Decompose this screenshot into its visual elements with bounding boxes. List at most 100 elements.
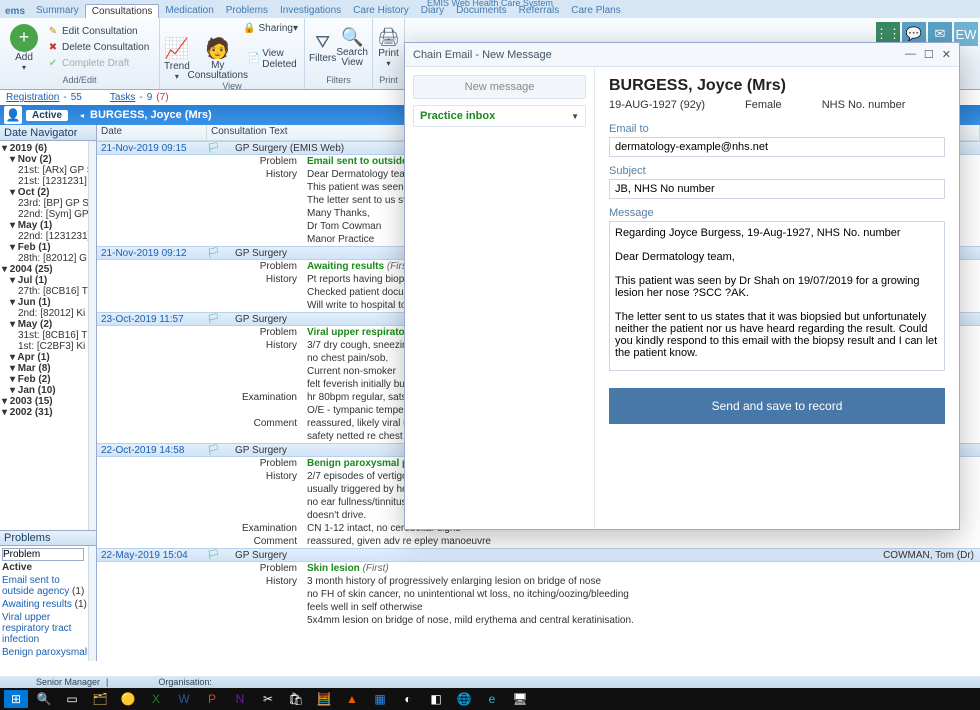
tab-consultations[interactable]: Consultations bbox=[85, 4, 160, 18]
registration-link[interactable]: Registration bbox=[6, 92, 59, 103]
date-navigator-tree[interactable]: ▾ 2019 (6)▾ Nov (2)21st: [ARx] GP S21st:… bbox=[0, 141, 96, 530]
tree-day[interactable]: 21st: [1231231] bbox=[2, 176, 94, 187]
problem-item[interactable]: Viral upper respiratory tract infection bbox=[2, 611, 94, 646]
tree-year[interactable]: ▾ 2019 (6) bbox=[2, 143, 94, 154]
store-icon[interactable]: 🛍 bbox=[284, 690, 308, 708]
start-icon[interactable]: ⊞ bbox=[4, 690, 28, 708]
pencil-icon: ✎ bbox=[46, 25, 60, 39]
tree-month[interactable]: ▾ Jan (10) bbox=[2, 385, 94, 396]
chrome-icon[interactable]: 🟡 bbox=[116, 690, 140, 708]
tree-day[interactable]: 31st: [8CB16] T bbox=[2, 330, 94, 341]
tree-month[interactable]: ▾ May (1) bbox=[2, 220, 94, 231]
view-deleted[interactable]: 📄View Deleted bbox=[246, 47, 300, 71]
tree-month[interactable]: ▾ Nov (2) bbox=[2, 154, 94, 165]
tree-day[interactable]: 2nd: [82012] Ki bbox=[2, 308, 94, 319]
app-icon[interactable]: ◐ bbox=[396, 690, 420, 708]
tree-day[interactable]: 28th: [82012] G bbox=[2, 253, 94, 264]
status-bar: Senior Manager | Organisation: bbox=[0, 676, 980, 688]
dialog-dob: 19-AUG-1927 (92y) bbox=[609, 99, 705, 111]
tree-year[interactable]: ▾ 2002 (31) bbox=[2, 407, 94, 418]
problem-item[interactable]: Benign paroxysmal bbox=[2, 646, 94, 659]
tree-month[interactable]: ▾ Oct (2) bbox=[2, 187, 94, 198]
new-message-button[interactable]: New message bbox=[413, 75, 586, 99]
avatar-icon[interactable]: 👤 bbox=[4, 106, 22, 124]
snip-icon[interactable]: ✂ bbox=[256, 690, 280, 708]
problem-filter-input[interactable] bbox=[2, 548, 84, 561]
explorer-icon[interactable]: 🗂 bbox=[88, 690, 112, 708]
onenote-icon[interactable]: N bbox=[228, 690, 252, 708]
complete-draft[interactable]: ✔Complete Draft bbox=[44, 56, 151, 72]
tab-care-plans[interactable]: Care Plans bbox=[565, 4, 626, 18]
tree-day[interactable]: 1st: [C2BF3] Ki bbox=[2, 341, 94, 352]
search-icon[interactable]: 🔍 bbox=[32, 690, 56, 708]
consultation-line: feels well in self otherwise bbox=[97, 601, 980, 614]
tree-month[interactable]: ▾ Jul (1) bbox=[2, 275, 94, 286]
trend-button[interactable]: 📈 Trend▾ bbox=[164, 36, 190, 81]
tree-month[interactable]: ▾ May (2) bbox=[2, 319, 94, 330]
filters-button[interactable]: ⛛ Filters bbox=[309, 20, 336, 75]
doc-icon: 📄 bbox=[248, 52, 260, 66]
tab-summary[interactable]: Summary bbox=[30, 4, 85, 18]
practice-inbox-dropdown[interactable]: Practice inbox▼ bbox=[413, 105, 586, 127]
tab-investigations[interactable]: Investigations bbox=[274, 4, 347, 18]
subject-input[interactable] bbox=[609, 179, 945, 199]
x-icon: ✖ bbox=[46, 41, 60, 55]
subject-label: Subject bbox=[609, 165, 945, 177]
powerpoint-icon[interactable]: P bbox=[200, 690, 224, 708]
tree-day[interactable]: 21st: [ARx] GP S bbox=[2, 165, 94, 176]
delete-consultation[interactable]: ✖Delete Consultation bbox=[44, 40, 151, 56]
consultation-line: Commentreassured, given adv re epley man… bbox=[97, 535, 980, 548]
email-to-input[interactable] bbox=[609, 137, 945, 157]
ie-icon[interactable]: e bbox=[480, 690, 504, 708]
check-icon: ✔ bbox=[46, 57, 60, 71]
minimize-icon[interactable]: — bbox=[905, 48, 916, 61]
problem-item[interactable]: Email sent to outside agency (1) bbox=[2, 574, 94, 598]
tab-problems[interactable]: Problems bbox=[220, 4, 274, 18]
tab-care-history[interactable]: Care History bbox=[347, 4, 415, 18]
app2-icon[interactable]: ◧ bbox=[424, 690, 448, 708]
tree-day[interactable]: 22nd: [1231231] bbox=[2, 231, 94, 242]
dialog-sex: Female bbox=[745, 99, 782, 111]
close-icon[interactable]: ✕ bbox=[942, 48, 951, 61]
word-icon[interactable]: W bbox=[172, 690, 196, 708]
tab-medication[interactable]: Medication bbox=[159, 4, 219, 18]
chain-email-dialog: Chain Email - New Message — ☐ ✕ New mess… bbox=[404, 42, 960, 530]
tree-day[interactable]: 27th: [8CB16] T bbox=[2, 286, 94, 297]
monitor-icon[interactable]: 🖥 bbox=[508, 690, 532, 708]
consultation-header[interactable]: 22-May-2019 15:04🏳GP SurgeryCOWMAN, Tom … bbox=[97, 548, 980, 562]
calculator-icon[interactable]: 🧮 bbox=[312, 690, 336, 708]
problem-item[interactable]: Awaiting results (1) bbox=[2, 598, 94, 611]
status-org: Organisation: bbox=[158, 677, 212, 687]
printer-icon: 🖨 bbox=[377, 27, 400, 48]
my-consultations-button[interactable]: 🧑 My Consultations bbox=[190, 36, 246, 81]
excel-icon[interactable]: X bbox=[144, 690, 168, 708]
tree-month[interactable]: ▾ Mar (8) bbox=[2, 363, 94, 374]
tree-month[interactable]: ▾ Feb (1) bbox=[2, 242, 94, 253]
chevron-left-icon[interactable]: ◂ bbox=[80, 111, 84, 120]
vlc-icon[interactable]: ▲ bbox=[340, 690, 364, 708]
tree-month[interactable]: ▾ Jun (1) bbox=[2, 297, 94, 308]
tree-day[interactable]: 22nd: [Sym] GP bbox=[2, 209, 94, 220]
sharing-dropdown[interactable]: 🔒Sharing ▾ bbox=[241, 20, 301, 36]
tasks-link[interactable]: Tasks bbox=[110, 92, 136, 103]
tree-month[interactable]: ▾ Apr (1) bbox=[2, 352, 94, 363]
consultation-line: History3 month history of progressively … bbox=[97, 575, 980, 588]
tree-year[interactable]: ▾ 2004 (25) bbox=[2, 264, 94, 275]
tree-day[interactable]: 23rd: [BP] GP S bbox=[2, 198, 94, 209]
group-add-edit: Add/Edit bbox=[4, 75, 155, 87]
edit-consultation[interactable]: ✎Edit Consultation bbox=[44, 24, 151, 40]
chart-icon: 📈 bbox=[164, 36, 189, 61]
send-button[interactable]: Send and save to record bbox=[609, 388, 945, 424]
chrome2-icon[interactable]: 🌐 bbox=[452, 690, 476, 708]
print-button[interactable]: 🖨 Print▾ bbox=[377, 20, 400, 75]
maximize-icon[interactable]: ☐ bbox=[924, 48, 934, 61]
add-button[interactable]: + Add ▾ bbox=[4, 20, 44, 75]
search-view-button[interactable]: 🔍 Search View bbox=[336, 20, 368, 75]
tree-year[interactable]: ▾ 2003 (15) bbox=[2, 396, 94, 407]
plus-icon: + bbox=[10, 24, 38, 52]
message-textarea[interactable] bbox=[609, 221, 945, 371]
nhs-icon[interactable]: ▦ bbox=[368, 690, 392, 708]
task-view-icon[interactable]: ▭ bbox=[60, 690, 84, 708]
consultation-line: 5x4mm lesion on bridge of nose, mild ery… bbox=[97, 614, 980, 627]
tree-month[interactable]: ▾ Feb (2) bbox=[2, 374, 94, 385]
